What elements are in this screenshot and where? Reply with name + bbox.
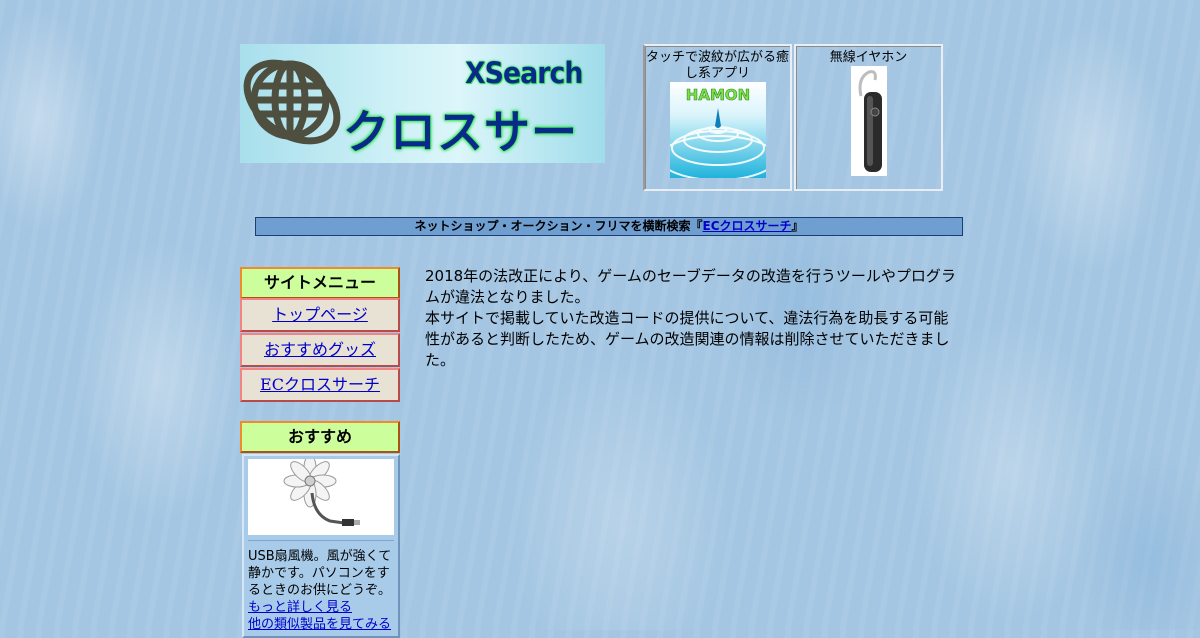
more-details-link[interactable]: もっと詳しく見る xyxy=(248,599,396,616)
logo-text-en: XSearch xyxy=(465,56,583,90)
menu-item-recommended-goods[interactable]: おすすめグッズ xyxy=(240,333,400,367)
usb-fan-image[interactable] xyxy=(248,459,394,535)
site-logo[interactable]: XSearch クロスサーチ xyxy=(240,44,605,163)
menu-link-ec-crosssearch[interactable]: ECクロスサーチ xyxy=(260,375,380,394)
ec-crosssearch-link[interactable]: ECクロスサーチ xyxy=(703,219,792,233)
recommend-text: USB扇風機。風が強くて静かです。パソコンをするときのお供にどうぞ。 もっと詳し… xyxy=(248,548,396,633)
wireless-earphone-image[interactable] xyxy=(850,66,887,176)
menu-item-ec-crosssearch[interactable]: ECクロスサーチ xyxy=(240,368,400,402)
water-ripple-app-image[interactable]: HAMON xyxy=(669,82,766,178)
logo-text-ja: クロスサーチ xyxy=(343,105,578,159)
ad-title[interactable]: タッチで波紋が広がる癒し系アプリ xyxy=(645,50,790,82)
ec-crosssearch-notice: ネットショップ・オークション・フリマを横断検索『ECクロスサーチ』 xyxy=(255,217,963,236)
menu-item-top-page[interactable]: トップページ xyxy=(240,298,400,332)
recommend-box: USB扇風機。風が強くて静かです。パソコンをするときのお供にどうぞ。 もっと詳し… xyxy=(242,454,400,638)
menu-link-recommended-goods[interactable]: おすすめグッズ xyxy=(264,340,376,359)
svg-text:HAMON: HAMON xyxy=(685,86,749,104)
recommend-heading: おすすめ xyxy=(240,421,400,453)
recommend-description: USB扇風機。風が強くて静かです。パソコンをするときのお供にどうぞ。 xyxy=(248,549,392,598)
main-message: 2018年の法改正により、ゲームのセーブデータの改造を行うツールやプログラムが違… xyxy=(425,266,957,371)
message-paragraph-2: 本サイトで掲載していた改造コードの提供について、違法行為を助長する可能性があると… xyxy=(425,309,950,369)
message-paragraph-1: 2018年の法改正により、ゲームのセーブデータの改造を行うツールやプログラムが違… xyxy=(425,267,956,306)
site-menu-heading: サイトメニュー xyxy=(240,267,400,299)
ad-banner-earphone[interactable]: 無線イヤホン xyxy=(794,44,943,191)
ad-banner-hamon[interactable]: タッチで波紋が広がる癒し系アプリ HAMON xyxy=(643,44,792,191)
divider xyxy=(248,540,394,541)
menu-link-top-page[interactable]: トップページ xyxy=(272,305,368,324)
similar-products-link[interactable]: 他の類似製品を見てみる xyxy=(248,616,396,633)
ad-title[interactable]: 無線イヤホン xyxy=(796,50,941,66)
notice-text: ネットショップ・オークション・フリマを横断検索 xyxy=(414,219,691,233)
